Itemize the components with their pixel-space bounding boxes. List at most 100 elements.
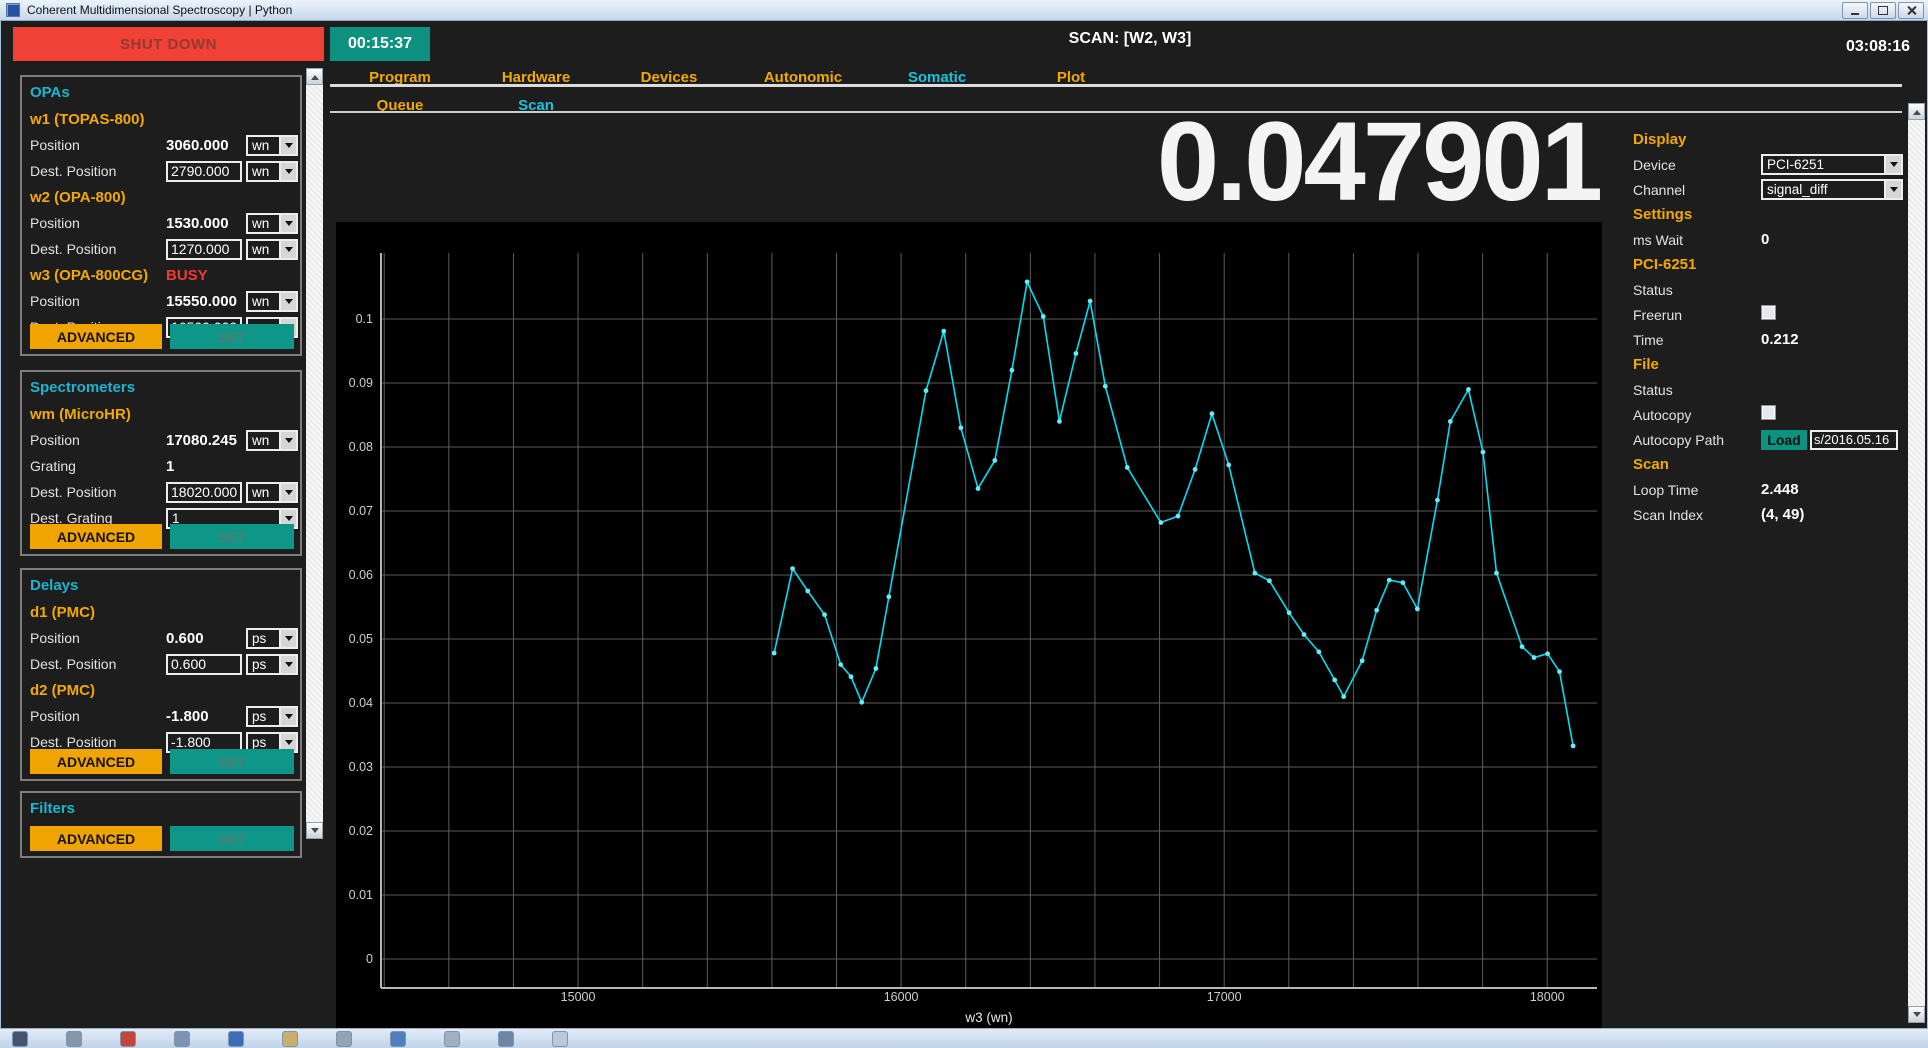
taskbar-app-icon-11[interactable] <box>552 1031 568 1047</box>
chevron-down-icon <box>1884 156 1901 173</box>
taskbar-app-icon-1[interactable] <box>12 1031 28 1047</box>
scroll-up-button[interactable] <box>1908 103 1925 120</box>
minimize-button[interactable] <box>1842 2 1868 19</box>
svg-text:w3 (wn): w3 (wn) <box>964 1010 1012 1025</box>
channel-select[interactable]: signal_diff <box>1761 179 1903 200</box>
w3-position-value: 15550.000 <box>166 293 242 310</box>
load-button[interactable]: Load <box>1761 430 1807 450</box>
svg-text:0.04: 0.04 <box>349 696 373 710</box>
scan-header: Scan <box>1633 456 1761 473</box>
scroll-down-button[interactable] <box>306 822 323 839</box>
taskbar-app-icon-6[interactable] <box>282 1031 298 1047</box>
spectrometers-set-button[interactable]: SET <box>170 524 294 549</box>
w2-dest-unit-select[interactable]: wn <box>246 239 298 260</box>
w1-position-unit-select[interactable]: wn <box>246 135 298 156</box>
file-header: File <box>1633 356 1761 373</box>
dest-position-label: Dest. Position <box>30 656 162 672</box>
filters-set-button[interactable]: SET <box>170 826 294 851</box>
d1-dest-unit-select[interactable]: ps <box>246 654 298 675</box>
taskbar-app-icon-3[interactable] <box>120 1031 136 1047</box>
taskbar-app-icon-5[interactable] <box>228 1031 244 1047</box>
right-scrollbar[interactable] <box>1908 103 1925 1023</box>
opas-set-button[interactable]: SET <box>170 324 294 349</box>
loop-time-label: Loop Time <box>1633 482 1761 498</box>
w2-position-unit-select[interactable]: wn <box>246 213 298 234</box>
shutdown-button[interactable]: SHUT DOWN <box>13 27 324 61</box>
w2-position-value: 1530.000 <box>166 215 242 232</box>
filters-panel: Filters ADVANCED SET <box>20 791 302 858</box>
close-button[interactable] <box>1898 2 1924 19</box>
scroll-down-button[interactable] <box>1908 1006 1925 1023</box>
chevron-down-icon <box>279 163 296 180</box>
wm-position-value: 17080.245 <box>166 432 242 449</box>
scan-settings-panel: Display Device PCI-6251 Channel signal_d… <box>1633 127 1905 527</box>
wm-dest-unit-select[interactable]: wn <box>246 482 298 503</box>
position-label: Position <box>30 708 162 724</box>
opas-panel: OPAs w1 (TOPAS-800) Position 3060.000 wn… <box>20 75 302 356</box>
w1-dest-unit-select[interactable]: wn <box>246 161 298 182</box>
svg-text:0.08: 0.08 <box>349 440 373 454</box>
position-label: Position <box>30 630 162 646</box>
taskbar-app-icon-9[interactable] <box>444 1031 460 1047</box>
app-window: Coherent Multidimensional Spectroscopy |… <box>0 0 1928 1048</box>
title-bar: Coherent Multidimensional Spectroscopy |… <box>0 0 1928 21</box>
tab-plot[interactable]: Plot <box>1006 69 1136 85</box>
freerun-checkbox[interactable] <box>1761 305 1776 320</box>
d2-position-unit-select[interactable]: ps <box>246 706 298 727</box>
delays-advanced-button[interactable]: ADVANCED <box>30 749 162 774</box>
tab-somatic[interactable]: Somatic <box>872 69 1002 85</box>
svg-text:18000: 18000 <box>1530 990 1565 1004</box>
tab-hardware[interactable]: Hardware <box>471 69 601 85</box>
d1-position-unit-select[interactable]: ps <box>246 628 298 649</box>
autocopy-label: Autocopy <box>1633 407 1761 423</box>
d1-name: d1 (PMC) <box>30 604 242 621</box>
dest-position-label: Dest. Position <box>30 484 162 500</box>
autocopy-path-label: Autocopy Path <box>1633 432 1761 448</box>
d1-dest-position-input[interactable] <box>166 654 242 675</box>
w3-position-unit-select[interactable]: wn <box>246 291 298 312</box>
delays-panel: Delays d1 (PMC) Position 0.600 ps Dest. … <box>20 568 302 781</box>
autocopy-checkbox[interactable] <box>1761 405 1776 420</box>
signal-plot[interactable]: 00.010.020.030.040.050.060.070.080.090.1… <box>336 222 1602 1028</box>
w1-position-value: 3060.000 <box>166 137 242 154</box>
pci-status-label: Status <box>1633 282 1761 298</box>
filters-advanced-button[interactable]: ADVANCED <box>30 826 162 851</box>
maximize-button[interactable] <box>1870 2 1896 19</box>
w3-busy-status: BUSY <box>166 267 298 284</box>
tab-program[interactable]: Program <box>335 69 465 85</box>
windows-taskbar[interactable] <box>0 1028 1928 1048</box>
opas-advanced-button[interactable]: ADVANCED <box>30 324 162 349</box>
triangle-up-icon <box>1913 106 1921 115</box>
file-status-label: Status <box>1633 382 1761 398</box>
taskbar-app-icon-2[interactable] <box>66 1031 82 1047</box>
wm-dest-position-input[interactable] <box>166 482 242 503</box>
app-icon <box>6 3 20 17</box>
w1-dest-position-input[interactable] <box>166 161 242 182</box>
channel-label: Channel <box>1633 182 1761 198</box>
left-scrollbar[interactable] <box>306 68 323 839</box>
taskbar-app-icon-4[interactable] <box>174 1031 190 1047</box>
device-select[interactable]: PCI-6251 <box>1761 154 1903 175</box>
ms-wait-label: ms Wait <box>1633 232 1761 248</box>
chevron-down-icon <box>279 293 296 310</box>
svg-text:0.09: 0.09 <box>349 376 373 390</box>
opas-header: OPAs <box>22 80 300 106</box>
minimize-icon <box>1851 13 1859 15</box>
grating-label: Grating <box>30 458 162 474</box>
spectrometers-header: Spectrometers <box>22 375 300 401</box>
chevron-down-icon <box>279 708 296 725</box>
w2-dest-position-input[interactable] <box>166 239 242 260</box>
window-title: Coherent Multidimensional Spectroscopy |… <box>27 3 292 17</box>
taskbar-app-icon-8[interactable] <box>390 1031 406 1047</box>
wm-position-unit-select[interactable]: wn <box>246 430 298 451</box>
scroll-up-button[interactable] <box>306 68 323 85</box>
spectrometers-advanced-button[interactable]: ADVANCED <box>30 524 162 549</box>
triangle-down-icon <box>1913 1012 1921 1021</box>
autocopy-path-input[interactable] <box>1810 430 1898 450</box>
taskbar-app-icon-10[interactable] <box>498 1031 514 1047</box>
scan-status-banner: SCAN: [W2, W3] <box>930 30 1330 48</box>
tab-autonomic[interactable]: Autonomic <box>738 69 868 85</box>
delays-set-button[interactable]: SET <box>170 749 294 774</box>
tab-devices[interactable]: Devices <box>604 69 734 85</box>
taskbar-app-icon-7[interactable] <box>336 1031 352 1047</box>
